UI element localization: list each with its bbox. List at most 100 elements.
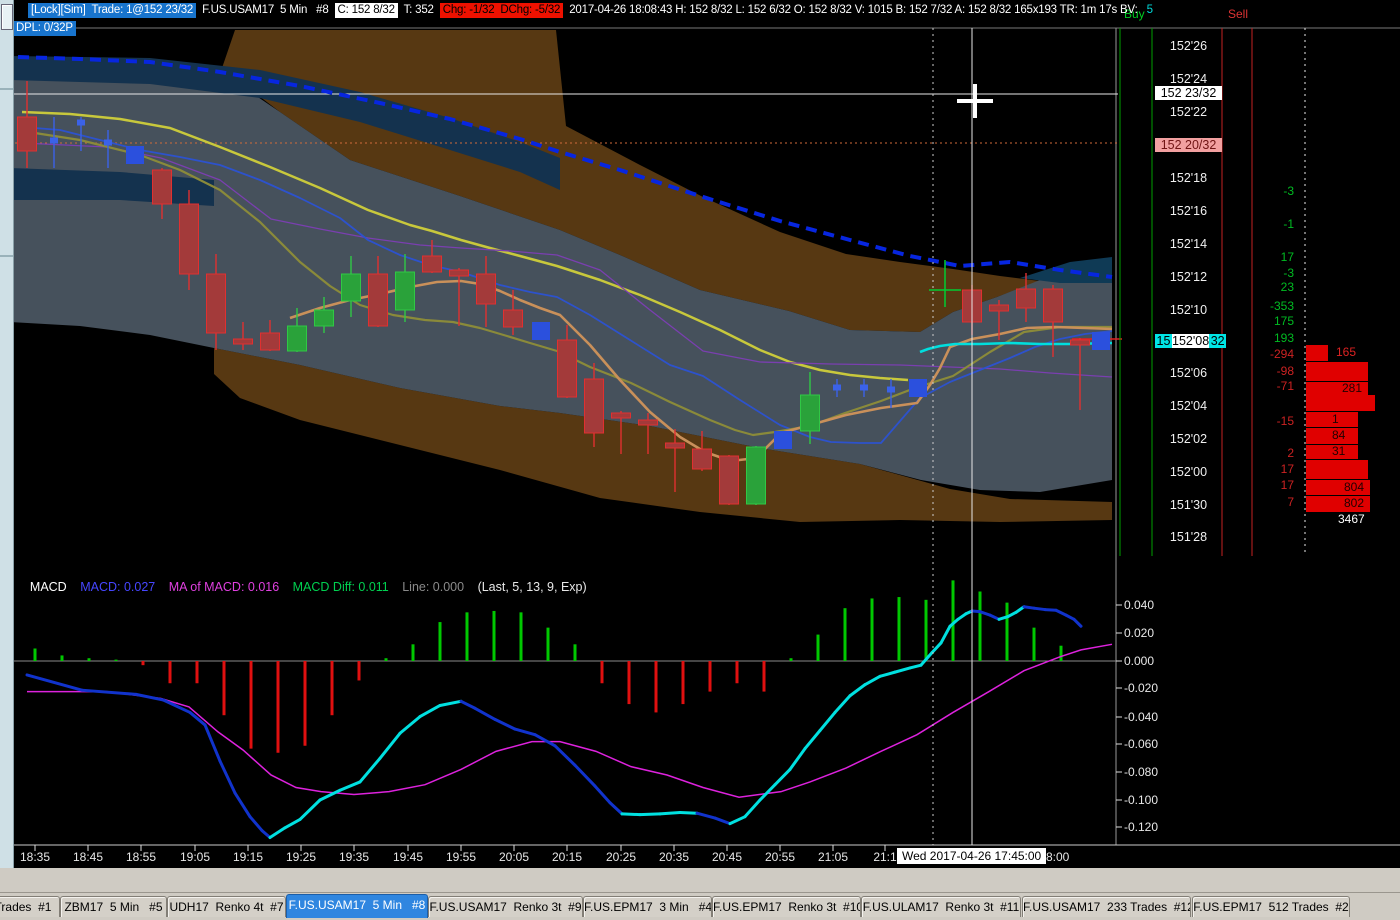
header-chip-3: T: 352 xyxy=(400,4,437,16)
dom-ask-size[interactable]: 32 xyxy=(1209,334,1227,348)
time-label: 18:35 xyxy=(19,850,51,864)
dom-delta-value: 2 xyxy=(1287,446,1294,460)
chart-tab-3[interactable]: UDH17 Renko 4t #7 xyxy=(167,896,286,917)
price-chart-region[interactable] xyxy=(12,28,1114,556)
left-scrollbar[interactable] xyxy=(0,0,14,868)
dom-price-row[interactable]: 152'26 xyxy=(1155,39,1222,53)
volume-profile-bar-1 xyxy=(1306,362,1368,381)
volume-profile-value: 165 xyxy=(1336,345,1357,359)
macd-axis-value: -0.120 xyxy=(1124,820,1159,834)
time-label: 19:55 xyxy=(445,850,477,864)
macd-label-3: Line: 0.000 xyxy=(398,580,465,594)
volume-profile-total: 3467 xyxy=(1338,512,1365,526)
macd-study-labels: MACD MACD: 0.027 MA of MACD: 0.016 MACD … xyxy=(16,566,607,608)
chart-tab-6[interactable]: F.US.EPM17 3 Min #4 xyxy=(583,896,712,917)
dom-delta-value: 23 xyxy=(1280,280,1294,294)
chart-tab-8[interactable]: F.US.ULAM17 Renko 3t #11 xyxy=(861,896,1021,917)
macd-title: MACD xyxy=(29,580,67,594)
chart-tab-4[interactable]: F.US.USAM17 5 Min #8 xyxy=(286,894,428,918)
chart-header-row2: DPL: 0/32P xyxy=(13,21,76,36)
dom-price-row[interactable]: 152'00 xyxy=(1155,465,1222,479)
dom-delta-value: -294 xyxy=(1269,347,1294,361)
dom-price-row[interactable]: 152 23/32 xyxy=(1155,86,1222,100)
time-label: 20:45 xyxy=(711,850,743,864)
volume-profile-value: 1 xyxy=(1332,411,1339,426)
dom-price-row[interactable]: 151'28 xyxy=(1155,530,1222,544)
chart-tab-1[interactable]: Trades #1 xyxy=(0,896,60,917)
dom-price-row[interactable]: 152'02 xyxy=(1155,432,1222,446)
dom-delta-value: 7 xyxy=(1287,495,1294,509)
dom-price-row[interactable]: 152 20/32 xyxy=(1155,138,1222,152)
chart-tab-10[interactable]: F.US.EPM17 512 Trades #2 xyxy=(1192,896,1350,917)
time-axis-extra-label: 8:00 xyxy=(1046,850,1070,864)
time-label: 18:45 xyxy=(72,850,104,864)
dom-price-row[interactable]: 152'16 xyxy=(1155,204,1222,218)
time-label: 18:55 xyxy=(125,850,157,864)
header-chip-1: F.US.USAM17 5 Min #8 xyxy=(199,4,332,16)
dom-bid-size[interactable]: 15 xyxy=(1155,334,1172,348)
chart-tab-2[interactable]: ZBM17 5 Min #5 xyxy=(60,896,167,917)
macd-label-1: MA of MACD: 0.016 xyxy=(165,580,280,594)
dom-sell-column-header[interactable]: Sell xyxy=(1228,7,1248,21)
header-chip-0: [Lock][Sim] Trade: 1@152 23/32 xyxy=(28,3,197,18)
trading-platform-window: [Lock][Sim] Trade: 1@152 23/32 F.US.USAM… xyxy=(0,0,1400,920)
time-label: 20:35 xyxy=(658,850,690,864)
time-label: 19:25 xyxy=(285,850,317,864)
time-label: 21:05 xyxy=(817,850,849,864)
macd-axis-value: -0.040 xyxy=(1124,710,1159,724)
volume-profile-bar-7 xyxy=(1306,460,1368,479)
time-label: 19:15 xyxy=(232,850,264,864)
dom-price-row[interactable]: 151'30 xyxy=(1155,498,1222,512)
time-label: 20:15 xyxy=(551,850,583,864)
dom-delta-value: -1 xyxy=(1283,217,1294,231)
scrollbar-divider xyxy=(0,88,13,90)
macd-chart-region[interactable] xyxy=(12,580,1114,845)
macd-axis-value: -0.080 xyxy=(1124,765,1159,779)
macd-axis-value: 0.020 xyxy=(1124,626,1155,640)
crosshair-date-readout: Wed 2017-04-26 17:45:00 xyxy=(897,848,1047,864)
dom-delta-value: 193 xyxy=(1273,331,1294,345)
chart-tab-9[interactable]: F.US.USAM17 233 Trades #12 xyxy=(1022,896,1191,917)
time-label: 20:25 xyxy=(605,850,637,864)
volume-profile-bar-0 xyxy=(1306,345,1328,361)
time-label: 19:35 xyxy=(338,850,370,864)
time-label: 19:05 xyxy=(179,850,211,864)
dom-price-row-bidask[interactable]: 15 152'08 32 xyxy=(1155,334,1227,348)
scrollbar-button[interactable] xyxy=(1,4,13,30)
dom-price-row[interactable]: 152'04 xyxy=(1155,399,1222,413)
dom-price-row[interactable]: 152'18 xyxy=(1155,171,1222,185)
dom-price-row[interactable]: 152'12 xyxy=(1155,270,1222,284)
dpl-chip: DPL: 0/32P xyxy=(13,21,76,36)
header-chip-5: DChg: -5/32 xyxy=(497,3,564,18)
macd-axis-value: -0.100 xyxy=(1124,793,1159,807)
window-resize-strip xyxy=(0,868,1400,892)
dom-delta-value: 17 xyxy=(1280,478,1294,492)
macd-axis-value: 0.040 xyxy=(1124,598,1155,612)
header-chip-7: 5 xyxy=(1146,4,1153,16)
dom-price-row[interactable]: 152'14 xyxy=(1155,237,1222,251)
header-chip-6: 2017-04-26 18:08:43 H: 152 8/32 L: 152 6… xyxy=(566,4,1141,16)
volume-profile-value: 804 xyxy=(1344,479,1365,494)
dom-delta-value: -15 xyxy=(1276,414,1294,428)
volume-profile-value: 84 xyxy=(1332,428,1346,442)
volume-profile-value: 31 xyxy=(1332,444,1346,458)
dom-price-row[interactable]: 152'22 xyxy=(1155,105,1222,119)
dom-delta-value: -98 xyxy=(1276,364,1294,378)
time-label: 20:55 xyxy=(764,850,796,864)
volume-profile-value: 802 xyxy=(1344,496,1365,510)
scrollbar-divider-2 xyxy=(0,255,13,257)
chart-tab-7[interactable]: F.US.EPM17 Renko 3t #10 xyxy=(712,896,861,917)
dom-delta-value: 17 xyxy=(1280,462,1294,476)
dom-delta-value: 175 xyxy=(1273,314,1294,328)
dom-last-price[interactable]: 152'08 xyxy=(1172,334,1210,348)
dom-price-row[interactable]: 152'24 xyxy=(1155,72,1222,86)
dom-price-row[interactable]: 152'06 xyxy=(1155,366,1222,380)
header-chip-4: Chg: -1/32 xyxy=(439,3,498,18)
macd-label-0: MACD: 0.027 xyxy=(76,580,156,594)
chart-tab-5[interactable]: F.US.USAM17 Renko 3t #9 xyxy=(428,896,583,917)
dom-delta-value: -3 xyxy=(1283,184,1294,198)
macd-axis-value: -0.020 xyxy=(1124,681,1159,695)
chart-tab-bar: Trades #1 ZBM17 5 Min #5 UDH17 Renko 4t #7… xyxy=(0,892,1400,920)
dom-price-row[interactable]: 152'10 xyxy=(1155,303,1222,317)
chart-header-row1: [Lock][Sim] Trade: 1@152 23/32 F.US.USAM… xyxy=(28,3,1156,18)
